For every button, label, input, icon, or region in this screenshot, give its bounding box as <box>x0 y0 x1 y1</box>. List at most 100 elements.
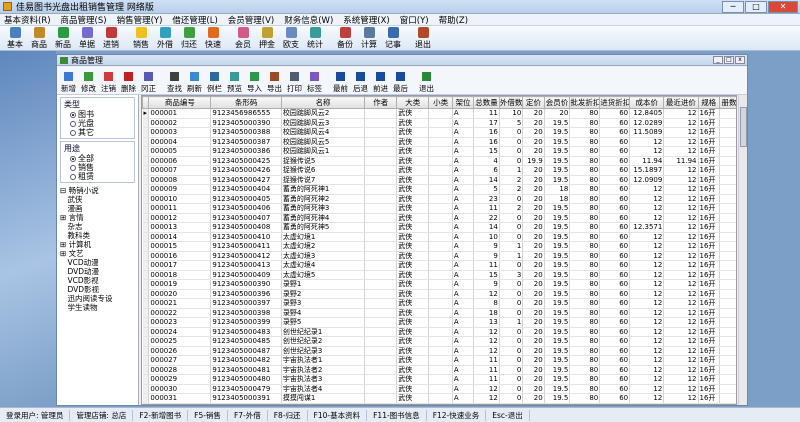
toolbar-members-button[interactable]: 会员 <box>232 27 254 50</box>
goods-toolbar-add-button[interactable]: 新增 <box>59 72 78 94</box>
tree-node[interactable]: 迅内阅读专设 <box>60 294 136 303</box>
table-row[interactable]: 000006 9123405000425 捉猴传说5 武侠 A 4 0 19.9 19.5 80 6… <box>142 156 736 166</box>
table-row[interactable]: 000019 9123405000390 录野1 武侠 A 9 0 20 19.5 80 60 12 1… <box>142 279 736 290</box>
goods-toolbar-print-button[interactable]: 打印 <box>285 72 304 94</box>
column-header[interactable]: 会员价 <box>543 96 571 109</box>
table-row[interactable]: 000023 9123405000399 录野5 武侠 A 13 1 20 19.5 80 60 12… <box>142 317 736 328</box>
table-row[interactable]: 000013 9123405000408 蓄勇的阿死神5 武侠 A 14 0 20 19.5 80… <box>142 222 736 233</box>
column-header[interactable]: 最近进价 <box>663 96 699 109</box>
toolbar-exit-button[interactable]: 退出 <box>412 27 434 50</box>
table-row[interactable]: 000003 9123405000388 校园踮脚风云4 武侠 A 16 0 20 19.5 80… <box>142 127 736 138</box>
tree-node[interactable]: 漫画 <box>60 204 136 213</box>
tree-node[interactable]: ⊟ 畅销小说 <box>60 186 136 195</box>
table-row[interactable]: 000011 9123405000406 蓄勇的阿死神3 武侠 A 11 2 20 19.5 80… <box>142 203 736 214</box>
menu-item[interactable]: 帮助(Z) <box>439 14 468 26</box>
goods-toolbar-edit-button[interactable]: 修改 <box>79 72 98 94</box>
table-row[interactable]: 000008 9123405000427 捉猴传说7 武侠 A 14 2 20 19.5 80 60… <box>142 175 736 185</box>
table-row[interactable]: 000014 9123405000410 太虚幻境1 武侠 A 10 0 20 19.5 80 60… <box>142 232 736 242</box>
table-row[interactable]: 000025 9123405000485 创世纪纪录2 武侠 A 12 0 20 19.5 80 6… <box>142 336 736 347</box>
toolbar-return-button[interactable]: 归还 <box>178 27 200 50</box>
tree-node[interactable]: 武侠 <box>60 195 136 204</box>
table-row[interactable]: 000026 9123405000487 创世纪纪录3 武侠 A 12 0 20 19.5 80 6… <box>142 346 736 356</box>
table-row[interactable]: 000024 9123405000483 创世纪纪录1 武侠 A 12 0 20 19.5 80 6… <box>142 327 736 337</box>
table-row[interactable]: 000016 9123405000412 太虚幻境3 武侠 A 9 1 20 19.5 80 60 1… <box>142 251 736 261</box>
toolbar-lend-button[interactable]: 外借 <box>154 27 176 50</box>
table-row[interactable]: 000018 9123405000409 太虚幻境5 武侠 A 15 3 20 19.5 80 60… <box>142 270 736 280</box>
column-header[interactable]: 架位 <box>451 96 475 109</box>
tree-node[interactable]: ⊞ 文艺 <box>60 249 136 258</box>
table-row[interactable]: 000015 9123405000411 太虚幻境2 武侠 A 9 1 20 19.5 80 60 1… <box>142 241 736 252</box>
toolbar-smiley-button[interactable]: 销售 <box>130 27 152 50</box>
column-header[interactable]: 总数量 <box>473 96 500 109</box>
column-header[interactable]: 大类 <box>396 96 430 109</box>
type-radio[interactable]: 其它 <box>70 128 131 137</box>
menu-item[interactable]: 会员管理(V) <box>228 14 274 26</box>
goods-toolbar-delete-button[interactable]: 删除 <box>119 72 138 94</box>
toolbar-document-button[interactable]: 单据 <box>76 27 98 50</box>
minimize-button[interactable]: ─ <box>722 1 744 13</box>
toolbar-notes-button[interactable]: 记事 <box>382 27 404 50</box>
goods-toolbar-last-button[interactable]: 最后 <box>391 72 410 94</box>
tree-node[interactable]: DVD动漫 <box>60 267 136 276</box>
table-row[interactable]: 000031 9123405000391 摸摸闯谋1 武侠 A 12 0 20 19.5 80 60… <box>142 393 736 404</box>
column-header[interactable]: 批发折扣 <box>569 96 601 109</box>
table-row[interactable]: 000030 9123405000479 宇宙执法者4 武侠 A 12 0 20 19.5 80 6… <box>142 384 736 394</box>
menu-item[interactable]: 财务信息(W) <box>284 14 333 26</box>
menu-item[interactable]: 销售管理(Y) <box>117 14 163 26</box>
tree-node[interactable]: ⊞ 计算机 <box>60 240 136 249</box>
toolbar-new-item-button[interactable]: 新品 <box>52 27 74 50</box>
toolbar-fast-button[interactable]: 快速 <box>202 27 224 50</box>
table-row[interactable]: 000009 9123405000404 蓄勇的阿死神1 武侠 A 5 2 20 18 80 60 1… <box>142 184 736 195</box>
goods-toolbar-prev-button[interactable]: 后退 <box>351 72 370 94</box>
column-header[interactable]: 进货折扣 <box>599 96 631 109</box>
scrollbar-thumb[interactable] <box>740 107 747 147</box>
goods-toolbar-restore-button[interactable]: 冈正 <box>139 72 158 94</box>
menu-item[interactable]: 系统管理(X) <box>343 14 389 26</box>
column-header[interactable]: 名称 <box>280 96 366 109</box>
toolbar-deposit-button[interactable]: 押金 <box>256 27 278 50</box>
tree-node[interactable]: DVD影视 <box>60 285 136 294</box>
table-row[interactable]: 000010 9123405000405 蓄勇的阿死神2 武侠 A 23 0 20 18 80 60… <box>142 194 736 204</box>
table-row[interactable]: 000021 9123405000397 录野3 武侠 A 8 0 20 19.5 80 60 12 1… <box>142 298 736 309</box>
child-maximize-button[interactable]: □ <box>724 56 734 64</box>
column-header[interactable]: 定价 <box>522 96 545 109</box>
goods-toolbar-import-button[interactable]: 导入 <box>245 72 264 94</box>
menu-item[interactable]: 商品管理(S) <box>61 14 107 26</box>
column-header[interactable]: 条形码 <box>210 96 282 109</box>
tree-node[interactable]: 教科类 <box>60 231 136 240</box>
menu-item[interactable]: 借还管理(L) <box>172 14 217 26</box>
goods-toolbar-cancel-button[interactable]: 注销 <box>99 72 118 94</box>
toolbar-backup-button[interactable]: 备份 <box>334 27 356 50</box>
goods-toolbar-next-button[interactable]: 前进 <box>371 72 390 94</box>
tree-node[interactable]: VCD动漫 <box>60 258 136 267</box>
toolbar-home-button[interactable]: 基本 <box>4 27 26 50</box>
goods-toolbar-export-button[interactable]: 导出 <box>265 72 284 94</box>
goods-toolbar-columns-button[interactable]: 例栏 <box>205 72 224 94</box>
table-row[interactable]: 000029 9123405000480 宇宙执法者3 武侠 A 11 0 20 19.5 80 6… <box>142 374 736 385</box>
table-row[interactable]: 000005 9123405000386 校园踮脚风云1 武侠 A 15 0 20 19.5 80… <box>142 146 736 157</box>
column-header[interactable]: 成本价 <box>629 96 665 109</box>
goods-toolbar-refresh-button[interactable]: 刷新 <box>185 72 204 94</box>
maximize-button[interactable]: □ <box>745 1 767 13</box>
toolbar-expense-button[interactable]: 欧支 <box>280 27 302 50</box>
table-row[interactable]: 000012 9123405000407 蓄勇的阿死神4 武侠 A 22 0 20 19.5 80… <box>142 213 736 223</box>
column-header[interactable]: 小类 <box>428 96 453 109</box>
usage-radio[interactable]: 租赁 <box>70 172 131 181</box>
column-header[interactable]: 外借数 <box>498 96 524 109</box>
table-row[interactable]: 0000329123405000392摸摸闯谋2武侠A1202019.58060… <box>142 403 736 404</box>
table-row[interactable]: 000022 9123405000398 录野4 武侠 A 18 0 20 19.5 80 60 12… <box>142 308 736 318</box>
table-row[interactable]: 000007 9123405000426 捉猴传说6 武侠 A 6 1 20 19.5 80 60 1… <box>142 165 736 176</box>
menu-item[interactable]: 窗口(Y) <box>400 14 429 26</box>
column-header[interactable]: 作者 <box>364 96 398 109</box>
tree-node[interactable]: VCD影视 <box>60 276 136 285</box>
table-row[interactable]: 000002 9123405000390 校园踮脚风云3 武侠 A 17 5 20 19.5 80… <box>142 118 736 128</box>
column-header[interactable]: 规格 <box>697 96 720 109</box>
table-row[interactable]: 000004 9123405000387 校园踮脚风云5 武侠 A 16 0 20 19.5 80… <box>142 137 736 147</box>
table-row[interactable]: 000020 9123405000396 录野2 武侠 A 12 0 20 19.5 80 60 12… <box>142 289 736 299</box>
vertical-scrollbar[interactable] <box>738 95 747 405</box>
goods-toolbar-exit-button[interactable]: 退出 <box>417 72 436 94</box>
column-header[interactable]: 商品编号 <box>148 96 212 109</box>
child-minimize-button[interactable]: _ <box>713 56 723 64</box>
table-row[interactable]: 000028 9123405000481 宇宙执法者2 武侠 A 11 0 20 19.5 80 6… <box>142 365 736 375</box>
goods-toolbar-label-button[interactable]: 标签 <box>305 72 324 94</box>
